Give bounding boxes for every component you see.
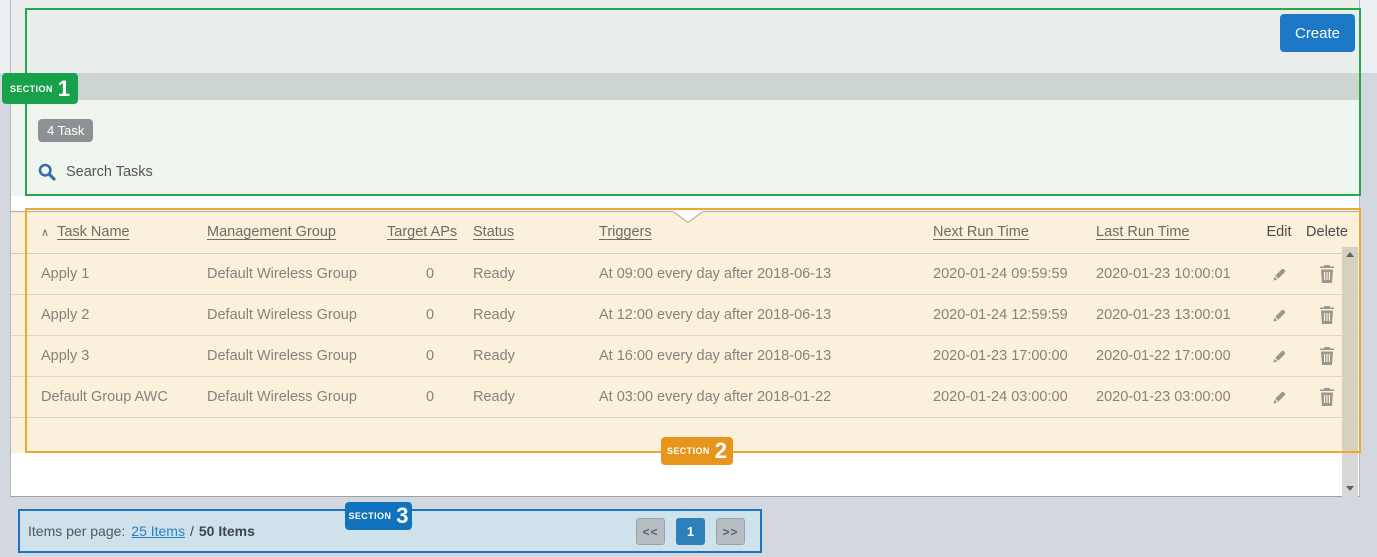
table-row[interactable]: Apply 3 Default Wireless Group 0 Ready A… (11, 336, 1359, 377)
cell-last-run-time: 2020-01-23 10:00:01 (1096, 266, 1256, 282)
cell-status: Ready (473, 307, 599, 323)
pencil-icon (1271, 307, 1288, 324)
column-header-next-run-time[interactable]: Next Run Time (933, 224, 1096, 240)
cell-task-name: Apply 1 (41, 266, 207, 282)
task-count-badge: 4 Task (38, 119, 93, 142)
section-3-badge: SECTION 3 (345, 502, 412, 530)
edit-button[interactable] (1256, 348, 1302, 365)
cell-management-group: Default Wireless Group (207, 348, 387, 364)
column-header-task-name[interactable]: ∧Task Name (41, 224, 207, 240)
sort-asc-icon[interactable]: ∧ (41, 227, 49, 239)
edit-button[interactable] (1256, 266, 1302, 283)
cell-management-group: Default Wireless Group (207, 389, 387, 405)
table-row[interactable]: Default Group AWC Default Wireless Group… (11, 377, 1359, 418)
panel-top-area (11, 0, 1359, 73)
column-header-delete: Delete (1302, 224, 1352, 240)
cell-triggers: At 12:00 every day after 2018-06-13 (599, 307, 933, 323)
table-body: Apply 1 Default Wireless Group 0 Ready A… (11, 254, 1359, 418)
total-items-label: 50 Items (199, 523, 255, 539)
cell-management-group: Default Wireless Group (207, 266, 387, 282)
section-1-badge: SECTION 1 (2, 73, 78, 104)
pencil-icon (1271, 389, 1288, 406)
page-size-link[interactable]: 25 Items (131, 523, 185, 539)
edit-button[interactable] (1256, 389, 1302, 406)
trash-icon (1319, 388, 1335, 406)
cell-task-name: Default Group AWC (41, 389, 207, 405)
cell-management-group: Default Wireless Group (207, 307, 387, 323)
section-2-badge: SECTION 2 (661, 437, 733, 465)
pager: << 1 >> (636, 518, 745, 545)
scrollbar-track-upper[interactable] (1342, 247, 1358, 453)
scroll-down-icon[interactable] (1346, 486, 1354, 491)
search-icon (37, 162, 57, 182)
create-button[interactable]: Create (1280, 14, 1355, 52)
cell-last-run-time: 2020-01-23 03:00:00 (1096, 389, 1256, 405)
trash-icon (1319, 347, 1335, 365)
column-header-management-group[interactable]: Management Group (207, 224, 387, 240)
cell-next-run-time: 2020-01-24 09:59:59 (933, 266, 1096, 282)
vertical-scrollbar[interactable] (1342, 247, 1358, 497)
items-separator: / (190, 523, 194, 539)
column-header-target-aps[interactable]: Target APs (387, 224, 473, 240)
cell-target-aps: 0 (387, 348, 473, 364)
task-table: ∧Task Name Management Group Target APs S… (11, 211, 1359, 453)
page-1-button[interactable]: 1 (676, 518, 705, 545)
cell-task-name: Apply 2 (41, 307, 207, 323)
column-header-last-run-time[interactable]: Last Run Time (1096, 224, 1256, 240)
pencil-icon (1271, 348, 1288, 365)
table-row[interactable]: Apply 2 Default Wireless Group 0 Ready A… (11, 295, 1359, 336)
cell-last-run-time: 2020-01-23 13:00:01 (1096, 307, 1256, 323)
trash-icon (1319, 306, 1335, 324)
column-header-edit: Edit (1256, 224, 1302, 240)
items-per-page-label: Items per page: (28, 523, 125, 539)
items-per-page-group: Items per page: 25 Items / 50 Items (28, 511, 255, 551)
cell-last-run-time: 2020-01-22 17:00:00 (1096, 348, 1256, 364)
next-page-button[interactable]: >> (716, 518, 745, 545)
column-header-status[interactable]: Status (473, 224, 599, 240)
pencil-icon (1271, 266, 1288, 283)
cell-triggers: At 16:00 every day after 2018-06-13 (599, 348, 933, 364)
cell-triggers: At 09:00 every day after 2018-06-13 (599, 266, 933, 282)
cell-target-aps: 0 (387, 266, 473, 282)
cell-next-run-time: 2020-01-24 12:59:59 (933, 307, 1096, 323)
collapse-notch-icon[interactable] (11, 210, 1359, 225)
tasks-panel: Create 4 Task ∧Task Name Management Grou… (10, 0, 1360, 497)
table-row[interactable]: Apply 1 Default Wireless Group 0 Ready A… (11, 254, 1359, 295)
cell-next-run-time: 2020-01-24 03:00:00 (933, 389, 1096, 405)
edit-button[interactable] (1256, 307, 1302, 324)
cell-target-aps: 0 (387, 389, 473, 405)
cell-target-aps: 0 (387, 307, 473, 323)
search-row (37, 160, 386, 184)
cell-status: Ready (473, 266, 599, 282)
cell-next-run-time: 2020-01-23 17:00:00 (933, 348, 1096, 364)
cell-task-name: Apply 3 (41, 348, 207, 364)
search-input[interactable] (66, 164, 386, 180)
column-header-triggers[interactable]: Triggers (599, 224, 933, 240)
trash-icon (1319, 265, 1335, 283)
cell-status: Ready (473, 389, 599, 405)
scroll-up-icon[interactable] (1346, 252, 1354, 257)
panel-divider-bar (11, 73, 1359, 100)
prev-page-button[interactable]: << (636, 518, 665, 545)
cell-status: Ready (473, 348, 599, 364)
task-scheduler-page: Create 4 Task ∧Task Name Management Grou… (0, 0, 1377, 557)
cell-triggers: At 03:00 every day after 2018-01-22 (599, 389, 933, 405)
